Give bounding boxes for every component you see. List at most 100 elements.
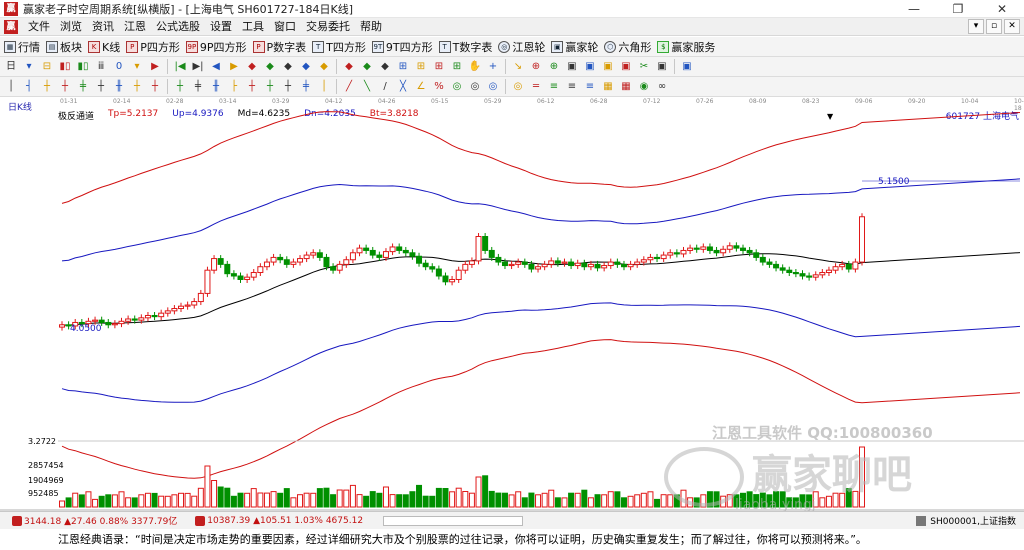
drawing-tool-icon[interactable]: ⊞ — [414, 60, 428, 74]
t-number-table-button[interactable]: T T数字表 — [437, 38, 497, 56]
kline-button[interactable]: K K线 — [86, 38, 124, 56]
analysis-tool-icon[interactable]: ≡ — [565, 80, 579, 94]
analysis-tool-icon[interactable]: ≡ — [547, 80, 561, 94]
drawing-tool-icon[interactable]: ◆ — [263, 60, 277, 74]
drawing-tool-icon[interactable]: ◆ — [299, 60, 313, 74]
analysis-tool-icon[interactable]: ┼ — [148, 80, 162, 94]
menu-tools[interactable]: 工具 — [237, 18, 269, 36]
analysis-tool-icon[interactable]: ╱ — [342, 80, 356, 94]
mdi-close-button[interactable]: ✕ — [1004, 19, 1020, 34]
drawing-tool-icon[interactable]: ▶ — [148, 60, 162, 74]
analysis-tool-icon[interactable]: ┼ — [40, 80, 54, 94]
gann-wheel-button[interactable]: ◎ 江恩轮 — [496, 38, 549, 56]
close-button[interactable]: ✕ — [980, 0, 1024, 18]
drawing-tool-icon[interactable]: ◆ — [378, 60, 392, 74]
analysis-tool-icon[interactable]: % — [432, 80, 446, 94]
drawing-tool-icon[interactable]: ▣ — [680, 60, 694, 74]
drawing-tool-icon[interactable]: ⊟ — [40, 60, 54, 74]
menu-formula[interactable]: 公式选股 — [151, 18, 205, 36]
analysis-tool-icon[interactable]: ┼ — [173, 80, 187, 94]
hexagon-button[interactable]: ⬡ 六角形 — [602, 38, 655, 56]
analysis-tool-icon[interactable]: ◎ — [511, 80, 525, 94]
sectors-button[interactable]: ▤ 板块 — [44, 38, 86, 56]
drawing-tool-icon[interactable]: ▮▯ — [58, 60, 72, 74]
drawing-tool-icon[interactable]: ▮▯ — [76, 60, 90, 74]
drawing-tool-icon[interactable]: ◀ — [209, 60, 223, 74]
analysis-tool-icon[interactable]: ◎ — [486, 80, 500, 94]
drawing-tool-icon[interactable]: ⊕ — [547, 60, 561, 74]
quotes-button[interactable]: ▦ 行情 — [2, 38, 44, 56]
drawing-tool-icon[interactable]: ▣ — [601, 60, 615, 74]
analysis-tool-icon[interactable]: ╫ — [209, 80, 223, 94]
drawing-tool-icon[interactable]: ⊞ — [450, 60, 464, 74]
drawing-tool-icon[interactable]: ▣ — [565, 60, 579, 74]
analysis-tool-icon[interactable]: ≡ — [583, 80, 597, 94]
9p-square-button[interactable]: 9P 9P四方形 — [184, 38, 251, 56]
analysis-tool-icon[interactable]: ◎ — [468, 80, 482, 94]
drawing-tool-icon[interactable]: 日 — [4, 60, 18, 74]
analysis-tool-icon[interactable]: ┤ — [22, 80, 36, 94]
9t-square-button[interactable]: 9T 9T四方形 — [370, 38, 437, 56]
analysis-tool-icon[interactable]: ╪ — [76, 80, 90, 94]
mdi-restore-button[interactable]: ▫ — [986, 19, 1002, 34]
menu-help[interactable]: 帮助 — [355, 18, 387, 36]
drawing-tool-icon[interactable]: ⊞ — [432, 60, 446, 74]
analysis-tool-icon[interactable]: ╫ — [112, 80, 126, 94]
analysis-tool-icon[interactable]: ├ — [227, 80, 241, 94]
analysis-tool-icon[interactable]: ┼ — [281, 80, 295, 94]
drawing-tool-icon[interactable]: ▣ — [655, 60, 669, 74]
menu-settings[interactable]: 设置 — [205, 18, 237, 36]
analysis-tool-icon[interactable]: │ — [317, 80, 331, 94]
analysis-tool-icon[interactable]: ∠ — [414, 80, 428, 94]
analysis-tool-icon[interactable]: ◎ — [450, 80, 464, 94]
drawing-tool-icon[interactable]: ⅲ — [94, 60, 108, 74]
analysis-tool-icon[interactable]: ┼ — [58, 80, 72, 94]
drawing-tool-icon[interactable]: ⊕ — [529, 60, 543, 74]
status-scrollbar[interactable] — [383, 515, 524, 526]
drawing-tool-icon[interactable]: ◆ — [360, 60, 374, 74]
analysis-tool-icon[interactable]: / — [378, 80, 392, 94]
drawing-tool-icon[interactable]: ◆ — [342, 60, 356, 74]
menu-trade[interactable]: 交易委托 — [301, 18, 355, 36]
analysis-tool-icon[interactable]: ┼ — [245, 80, 259, 94]
menu-file[interactable]: 文件 — [23, 18, 55, 36]
drawing-tool-icon[interactable]: ✋ — [468, 60, 482, 74]
drawing-tool-icon[interactable]: ◆ — [317, 60, 331, 74]
analysis-tool-icon[interactable]: ∞ — [655, 80, 669, 94]
drawing-tool-icon[interactable]: ▣ — [619, 60, 633, 74]
drawing-tool-icon[interactable]: ▾ — [130, 60, 144, 74]
menu-news[interactable]: 资讯 — [87, 18, 119, 36]
analysis-tool-icon[interactable]: ▦ — [601, 80, 615, 94]
drawing-tool-icon[interactable]: 0 — [112, 60, 126, 74]
drawing-tool-icon[interactable]: ✂ — [637, 60, 651, 74]
minimize-button[interactable]: — — [892, 0, 936, 18]
maximize-button[interactable]: ❐ — [936, 0, 980, 18]
analysis-tool-icon[interactable]: ◉ — [637, 80, 651, 94]
analysis-tool-icon[interactable]: ╳ — [396, 80, 410, 94]
menu-gann[interactable]: 江恩 — [119, 18, 151, 36]
drawing-tool-icon[interactable]: ◆ — [245, 60, 259, 74]
current-index[interactable]: SH000001,上证指数 — [916, 514, 1016, 527]
analysis-tool-icon[interactable]: │ — [4, 80, 18, 94]
drawing-tool-icon[interactable]: ▣ — [583, 60, 597, 74]
drawing-tool-icon[interactable]: ▶ — [227, 60, 241, 74]
drawing-tool-icon[interactable]: ▾ — [22, 60, 36, 74]
analysis-tool-icon[interactable]: ╪ — [191, 80, 205, 94]
drawing-tool-icon[interactable]: + — [486, 60, 500, 74]
winner-wheel-button[interactable]: ▣ 赢家轮 — [549, 38, 602, 56]
analysis-tool-icon[interactable]: ═ — [529, 80, 543, 94]
analysis-tool-icon[interactable]: ┼ — [94, 80, 108, 94]
sh-index-ticker[interactable]: 3144.18 ▲27.46 0.88% 3377.79亿 — [24, 514, 177, 527]
drawing-tool-icon[interactable]: ◆ — [281, 60, 295, 74]
drawing-tool-icon[interactable]: ↘ — [511, 60, 525, 74]
p-number-table-button[interactable]: P P数字表 — [251, 38, 311, 56]
mdi-minimize-button[interactable]: ▾ — [968, 19, 984, 34]
p-square-button[interactable]: P P四方形 — [124, 38, 184, 56]
drawing-tool-icon[interactable]: |◀ — [173, 60, 187, 74]
analysis-tool-icon[interactable]: ╲ — [360, 80, 374, 94]
analysis-tool-icon[interactable]: ┼ — [130, 80, 144, 94]
chart-area[interactable]: 日K线 01-31 02-14 02-28 03-14 03-29 04-12 04-26 0… — [0, 97, 1024, 513]
drawing-tool-icon[interactable]: ▶| — [191, 60, 205, 74]
analysis-tool-icon[interactable]: ┼ — [263, 80, 277, 94]
winner-service-button[interactable]: $ 赢家服务 — [655, 38, 719, 56]
